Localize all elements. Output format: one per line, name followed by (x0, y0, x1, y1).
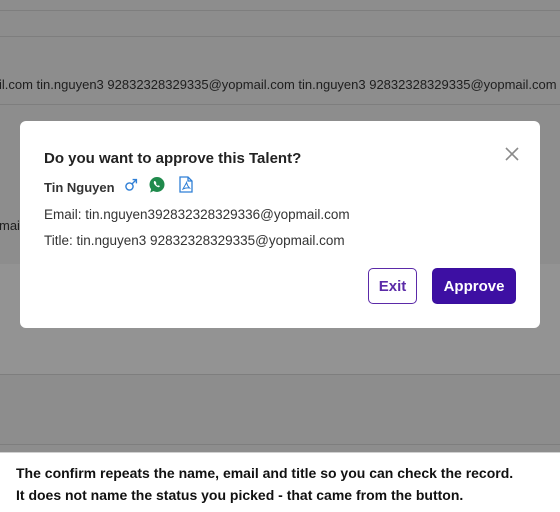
background-divider (0, 104, 560, 105)
pdf-file-icon[interactable] (178, 176, 193, 198)
background-divider (0, 444, 560, 445)
talent-name-row: Tin Nguyen (44, 176, 193, 199)
background-row-text: mai (0, 218, 20, 233)
male-icon (124, 178, 138, 197)
caption-line-2: It does not name the status you picked -… (16, 487, 464, 503)
background-row-text: il.com tin.nguyen3 92832328329335@yopmai… (0, 77, 560, 92)
caption-line-1: The confirm repeats the name, email and … (16, 465, 514, 481)
talent-email: Email: tin.nguyen392832328329336@yopmail… (44, 207, 350, 222)
background-divider (0, 10, 560, 11)
talent-name: Tin Nguyen (44, 179, 115, 195)
approve-button[interactable]: Approve (432, 268, 516, 304)
approve-talent-dialog: Do you want to approve this Talent? Tin … (20, 121, 540, 328)
exit-button[interactable]: Exit (368, 268, 417, 304)
close-icon[interactable] (503, 145, 521, 163)
caption-panel: The confirm repeats the name, email and … (0, 452, 560, 512)
whatsapp-icon[interactable] (148, 176, 166, 199)
dialog-title: Do you want to approve this Talent? (44, 150, 302, 167)
background-divider (0, 374, 560, 375)
background-divider (0, 36, 560, 37)
talent-title: Title: tin.nguyen3 92832328329335@yopmai… (44, 233, 345, 248)
